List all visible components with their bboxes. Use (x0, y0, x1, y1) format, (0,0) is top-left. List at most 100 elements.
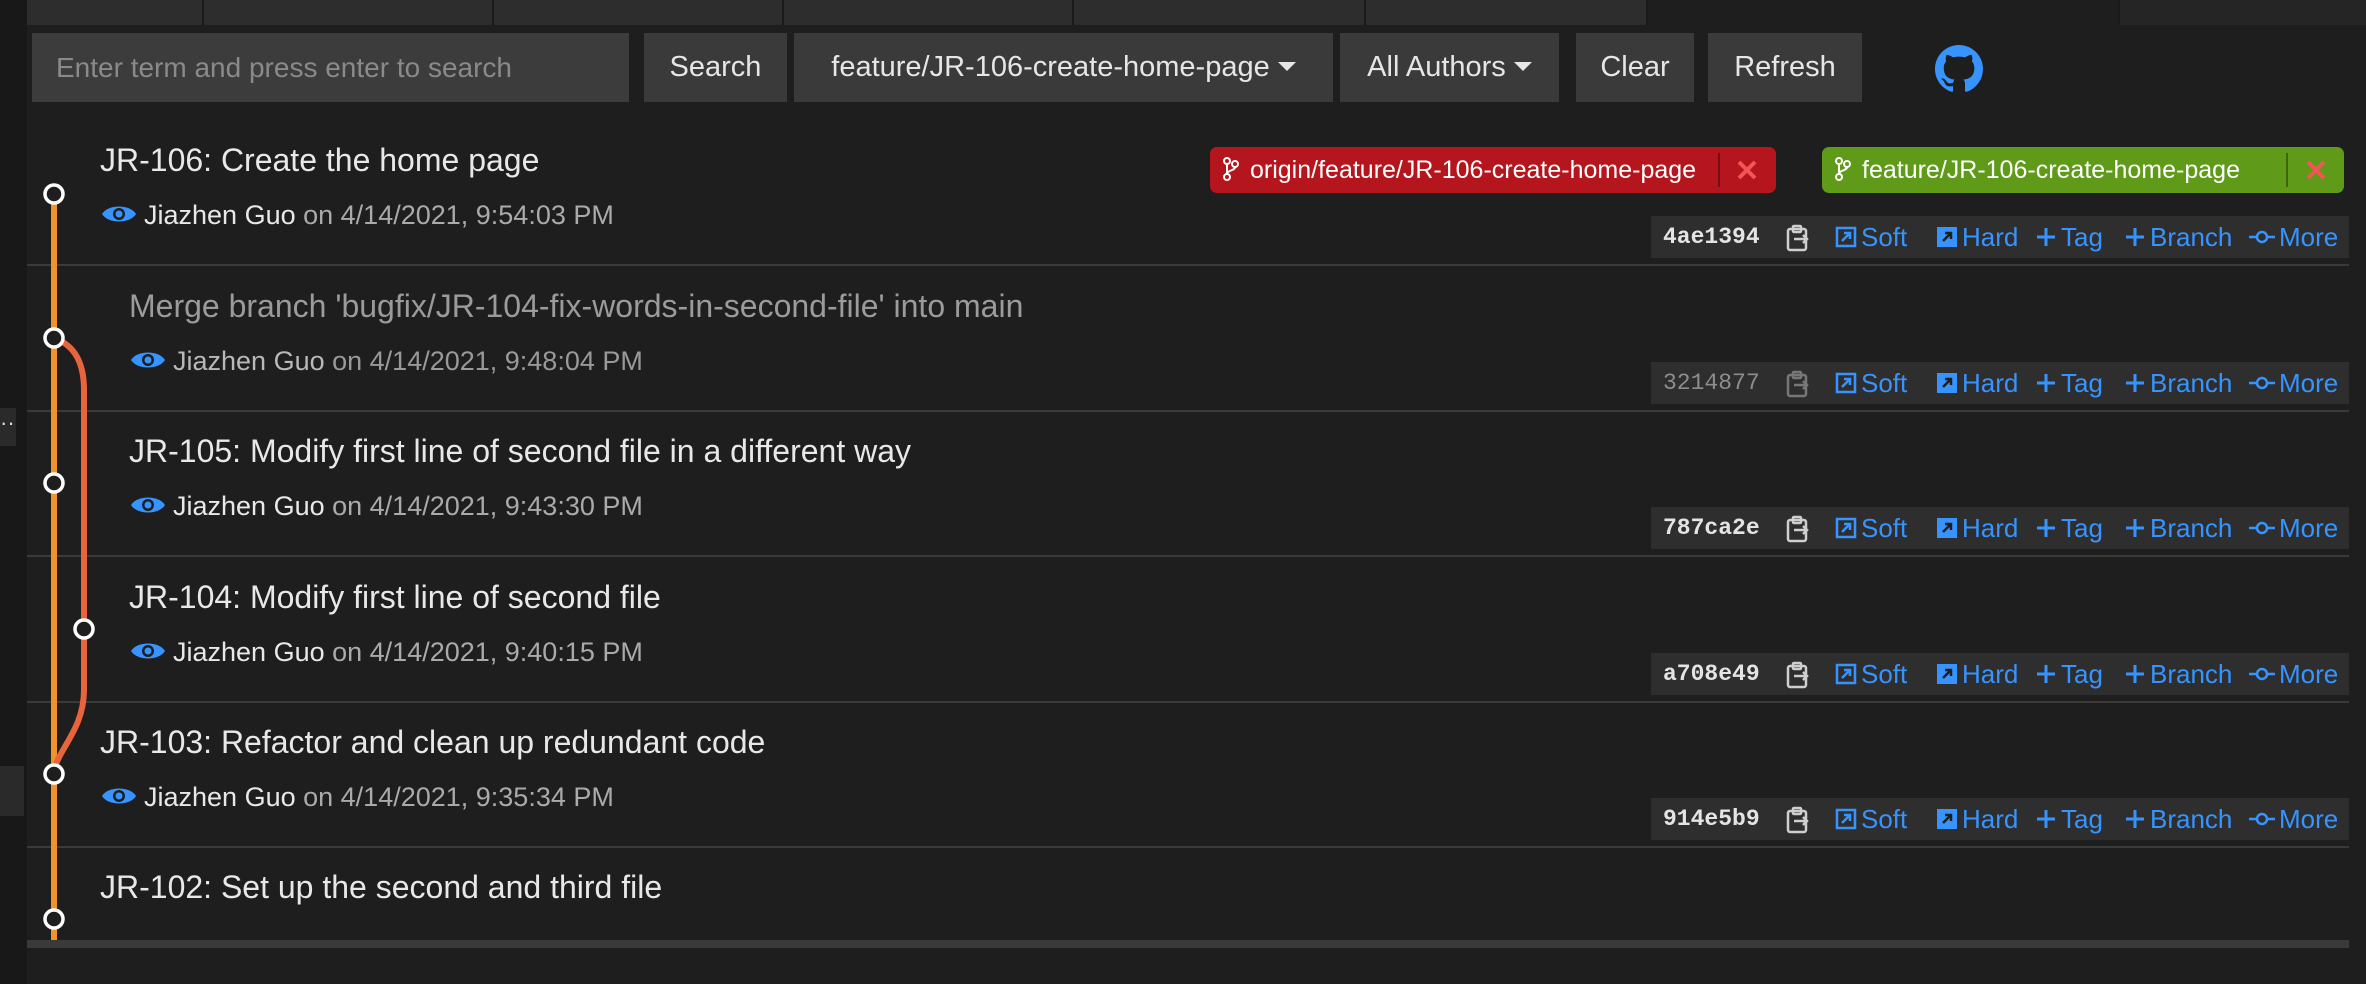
hard-reset-button[interactable]: Hard (1936, 653, 2018, 695)
commit-row[interactable]: JR-102: Set up the second and third file (27, 847, 2349, 940)
soft-reset-icon (1835, 226, 1857, 248)
editor-tab[interactable] (1366, 0, 1648, 25)
soft-reset-button[interactable]: Soft (1835, 362, 1907, 404)
editor-tab[interactable] (204, 0, 494, 25)
left-gutter: ·· (0, 0, 27, 984)
add-tag-button[interactable]: Tag (2035, 507, 2103, 549)
more-button[interactable]: More (2249, 653, 2338, 695)
horizontal-scrollbar[interactable] (27, 940, 2349, 948)
editor-tab[interactable] (784, 0, 1074, 25)
more-label: More (2279, 659, 2339, 689)
graph-line-merge (51, 335, 87, 773)
soft-reset-icon (1835, 372, 1857, 394)
more-label: More (2279, 513, 2339, 543)
add-tag-button[interactable]: Tag (2035, 653, 2103, 695)
commit-node[interactable] (73, 618, 95, 640)
commit-row[interactable]: JR-106: Create the home page Jiazhen Guo… (27, 120, 2349, 266)
commit-node[interactable] (43, 183, 65, 205)
add-branch-button[interactable]: Branch (2124, 798, 2232, 840)
commit-hash[interactable]: 4ae1394 (1663, 216, 1760, 258)
branch-dropdown[interactable]: feature/JR-106-create-home-page (794, 33, 1333, 102)
search-button[interactable]: Search (644, 33, 787, 102)
soft-reset-label: Soft (1861, 659, 1908, 689)
commit-row[interactable]: JR-105: Modify first line of second file… (27, 411, 2349, 557)
clipboard-icon[interactable] (1785, 806, 1811, 834)
git-commit-icon (2249, 667, 2275, 681)
hard-reset-button[interactable]: Hard (1936, 507, 2018, 549)
hard-reset-button[interactable]: Hard (1936, 798, 2018, 840)
commit-date: on 4/14/2021, 9:35:34 PM (303, 782, 614, 812)
add-tag-button[interactable]: Tag (2035, 216, 2103, 258)
soft-reset-button[interactable]: Soft (1835, 507, 1907, 549)
commit-row[interactable]: JR-104: Modify first line of second file… (27, 557, 2349, 703)
add-tag-label: Tag (2061, 222, 2103, 252)
more-button[interactable]: More (2249, 216, 2338, 258)
commit-author: Jiazhen Guo (144, 782, 296, 812)
commit-actions: 787ca2e Soft Hard Tag Branch More (1651, 507, 2349, 549)
git-commit-icon (2249, 376, 2275, 390)
commit-hash[interactable]: 914e5b9 (1663, 798, 1760, 840)
more-button[interactable]: More (2249, 507, 2338, 549)
more-button[interactable]: More (2249, 798, 2338, 840)
commit-node[interactable] (43, 763, 65, 785)
remote-branch-ref: origin/feature/JR-106-create-home-page (1210, 147, 1776, 193)
commit-node[interactable] (43, 472, 65, 494)
commit-author: Jiazhen Guo (173, 346, 325, 376)
clipboard-icon[interactable] (1785, 370, 1811, 398)
soft-reset-icon (1835, 808, 1857, 830)
commit-hash[interactable]: 3214877 (1663, 362, 1760, 404)
editor-tab[interactable] (494, 0, 784, 25)
add-tag-label: Tag (2061, 368, 2103, 398)
add-tag-button[interactable]: Tag (2035, 362, 2103, 404)
hard-reset-icon (1937, 227, 1957, 248)
commit-hash[interactable]: 787ca2e (1663, 507, 1760, 549)
soft-reset-label: Soft (1861, 513, 1908, 543)
commit-hash[interactable]: a708e49 (1663, 653, 1760, 695)
add-tag-button[interactable]: Tag (2035, 798, 2103, 840)
clipboard-icon[interactable] (1785, 515, 1811, 543)
commit-row[interactable]: JR-103: Refactor and clean up redundant … (27, 702, 2349, 848)
soft-reset-button[interactable]: Soft (1835, 216, 1907, 258)
clear-button[interactable]: Clear (1576, 33, 1694, 102)
editor-tab-active[interactable] (1648, 0, 2120, 25)
hard-reset-label: Hard (1962, 513, 2019, 543)
commit-meta: Jiazhen Guo on 4/14/2021, 9:54:03 PM (100, 200, 614, 231)
commit-message: JR-105: Modify first line of second file… (129, 433, 911, 469)
editor-tab[interactable] (1074, 0, 1366, 25)
hard-reset-button[interactable]: Hard (1936, 216, 2018, 258)
overflow-ellipsis-icon[interactable]: ·· (0, 408, 16, 446)
close-icon[interactable] (1734, 157, 1760, 183)
search-input[interactable] (32, 33, 629, 102)
add-branch-button[interactable]: Branch (2124, 653, 2232, 695)
plus-icon (2126, 519, 2144, 538)
add-branch-button[interactable]: Branch (2124, 507, 2232, 549)
commit-message: JR-103: Refactor and clean up redundant … (100, 724, 766, 760)
commit-node[interactable] (43, 327, 65, 349)
github-icon[interactable] (1935, 45, 1983, 93)
remote-branch-label: origin/feature/JR-106-create-home-page (1250, 156, 1697, 184)
authors-dropdown[interactable]: All Authors (1340, 33, 1559, 102)
commit-author: Jiazhen Guo (144, 200, 296, 230)
soft-reset-button[interactable]: Soft (1835, 653, 1907, 695)
refresh-button[interactable]: Refresh (1708, 33, 1862, 102)
hard-reset-button[interactable]: Hard (1936, 362, 2018, 404)
soft-reset-icon (1835, 663, 1857, 685)
plus-icon (2126, 665, 2144, 684)
add-branch-button[interactable]: Branch (2124, 362, 2232, 404)
add-branch-label: Branch (2150, 659, 2233, 689)
commit-row[interactable]: Merge branch 'bugfix/JR-104-fix-words-in… (27, 266, 2349, 412)
hard-reset-label: Hard (1962, 804, 2019, 834)
soft-reset-button[interactable]: Soft (1835, 798, 1907, 840)
add-branch-button[interactable]: Branch (2124, 216, 2232, 258)
close-icon[interactable] (2303, 157, 2329, 183)
hard-reset-icon (1937, 664, 1957, 685)
editor-tab[interactable] (27, 0, 204, 25)
more-button[interactable]: More (2249, 362, 2338, 404)
clipboard-icon[interactable] (1785, 661, 1811, 689)
commit-message: JR-102: Set up the second and third file (100, 869, 663, 905)
plus-icon (2126, 228, 2144, 247)
commit-meta: Jiazhen Guo on 4/14/2021, 9:40:15 PM (129, 637, 643, 668)
clipboard-icon[interactable] (1785, 224, 1811, 252)
commit-node[interactable] (43, 908, 65, 930)
hard-reset-label: Hard (1962, 222, 2019, 252)
